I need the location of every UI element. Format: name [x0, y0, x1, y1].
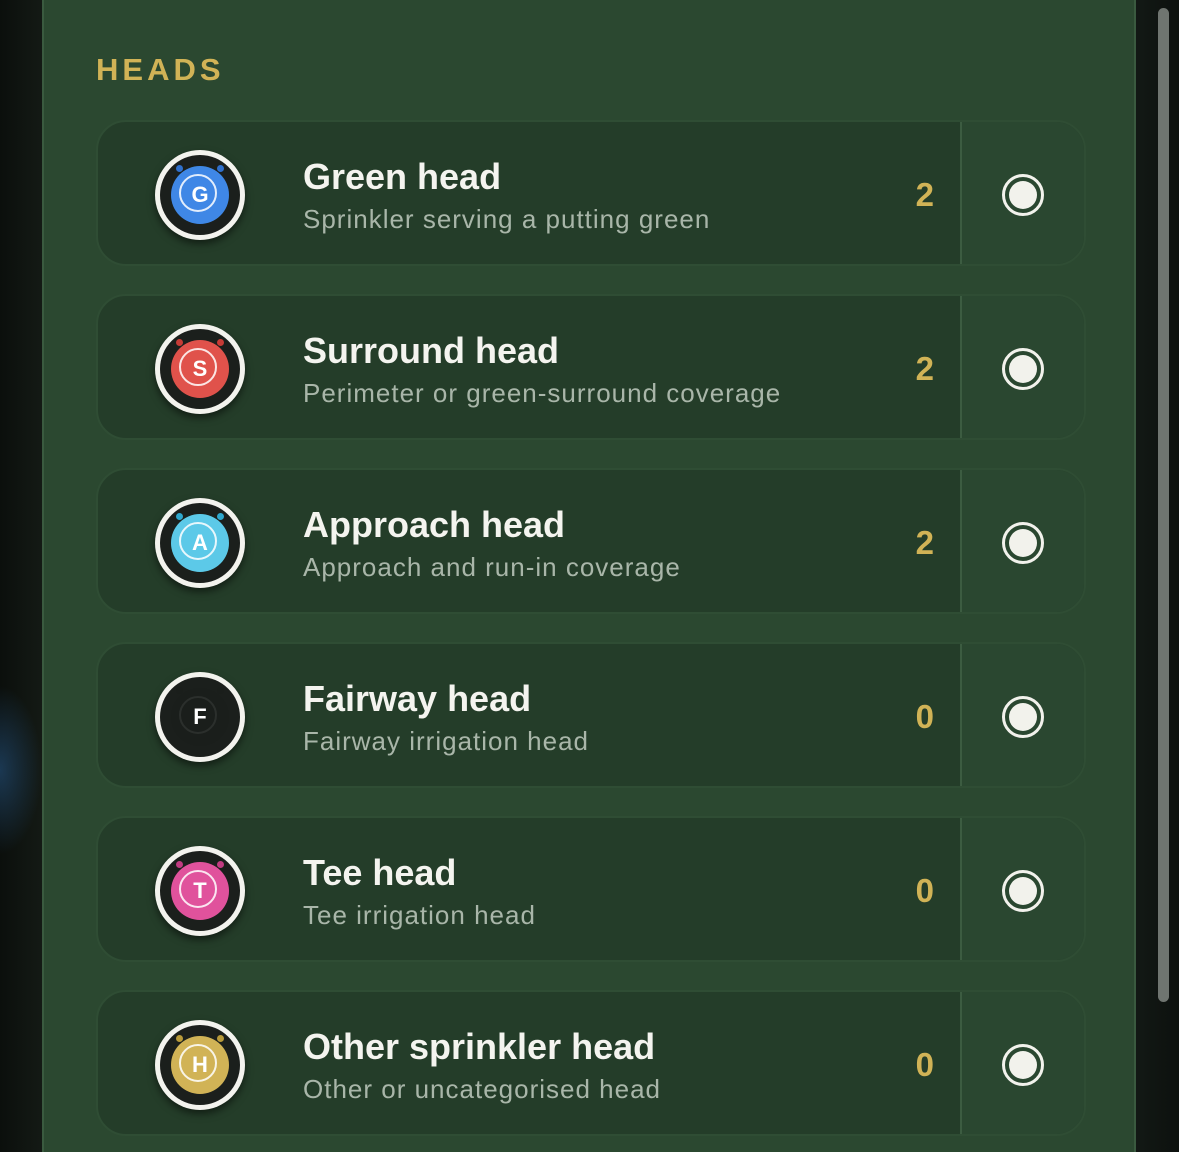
- head-row-main[interactable]: H Other sprinkler head Other or uncatego…: [98, 992, 960, 1134]
- head-title: Approach head: [303, 504, 566, 545]
- head-select-area[interactable]: [962, 122, 1084, 264]
- approach-head-icon: A: [155, 498, 245, 588]
- radio-button[interactable]: [1002, 870, 1044, 912]
- head-badge-letter: H: [192, 1052, 208, 1077]
- tee-head-icon: T: [155, 846, 245, 936]
- scrollbar[interactable]: [1158, 8, 1169, 1002]
- head-select-area[interactable]: [962, 470, 1084, 612]
- head-select-area[interactable]: [962, 992, 1084, 1134]
- head-count: 0: [915, 1046, 934, 1083]
- head-subtitle: Sprinkler serving a putting green: [303, 204, 711, 234]
- head-row-other[interactable]: H Other sprinkler head Other or uncatego…: [96, 990, 1086, 1136]
- head-count: 2: [915, 176, 934, 213]
- radio-selected-dot: [1009, 355, 1037, 383]
- head-badge-letter: S: [192, 356, 208, 381]
- head-title: Fairway head: [303, 678, 532, 719]
- head-select-area[interactable]: [962, 296, 1084, 438]
- head-row-fairway[interactable]: F Fairway head Fairway irrigation head 0: [96, 642, 1086, 788]
- head-select-area[interactable]: [962, 818, 1084, 960]
- head-row-approach[interactable]: A Approach head Approach and run-in cove…: [96, 468, 1086, 614]
- head-row-main[interactable]: T Tee head Tee irrigation head 0: [98, 818, 960, 960]
- head-row-surround[interactable]: S Surround head Perimeter or green-surro…: [96, 294, 1086, 440]
- head-title: Surround head: [303, 330, 560, 371]
- other-head-icon: H: [155, 1020, 245, 1110]
- head-badge-letter: A: [192, 530, 208, 555]
- green-head-icon: G: [155, 150, 245, 240]
- radio-selected-dot: [1009, 877, 1037, 905]
- head-subtitle: Tee irrigation head: [303, 900, 536, 930]
- head-subtitle: Fairway irrigation head: [303, 726, 590, 756]
- surround-head-icon: S: [155, 324, 245, 414]
- radio-button[interactable]: [1002, 174, 1044, 216]
- head-row-tee[interactable]: T Tee head Tee irrigation head 0: [96, 816, 1086, 962]
- heads-panel: HEADS G Green head Sprinkler serving a p…: [42, 0, 1136, 1152]
- head-count: 0: [915, 872, 934, 909]
- head-subtitle: Perimeter or green-surround coverage: [303, 378, 782, 408]
- head-badge-letter: F: [193, 704, 207, 729]
- radio-button[interactable]: [1002, 522, 1044, 564]
- head-title: Green head: [303, 156, 502, 197]
- head-row-main[interactable]: G Green head Sprinkler serving a putting…: [98, 122, 960, 264]
- head-row-main[interactable]: A Approach head Approach and run-in cove…: [98, 470, 960, 612]
- radio-selected-dot: [1009, 529, 1037, 557]
- fairway-head-icon: F: [155, 672, 245, 762]
- head-subtitle: Approach and run-in coverage: [303, 552, 681, 582]
- head-count: 2: [915, 350, 934, 387]
- head-row-main[interactable]: S Surround head Perimeter or green-surro…: [98, 296, 960, 438]
- radio-button[interactable]: [1002, 1044, 1044, 1086]
- head-row-main[interactable]: F Fairway head Fairway irrigation head 0: [98, 644, 960, 786]
- head-row-green[interactable]: G Green head Sprinkler serving a putting…: [96, 120, 1086, 266]
- radio-selected-dot: [1009, 181, 1037, 209]
- radio-button[interactable]: [1002, 696, 1044, 738]
- section-title: HEADS: [96, 52, 225, 87]
- head-title: Tee head: [303, 852, 457, 893]
- head-count: 0: [915, 698, 934, 735]
- radio-button[interactable]: [1002, 348, 1044, 390]
- head-subtitle: Other or uncategorised head: [303, 1074, 661, 1104]
- radio-selected-dot: [1009, 1051, 1037, 1079]
- head-select-area[interactable]: [962, 644, 1084, 786]
- head-badge-letter: G: [191, 182, 209, 207]
- head-title: Other sprinkler head: [303, 1026, 656, 1067]
- head-badge-letter: T: [193, 878, 207, 903]
- radio-selected-dot: [1009, 703, 1037, 731]
- heads-list: G Green head Sprinkler serving a putting…: [96, 120, 1086, 1152]
- head-count: 2: [915, 524, 934, 561]
